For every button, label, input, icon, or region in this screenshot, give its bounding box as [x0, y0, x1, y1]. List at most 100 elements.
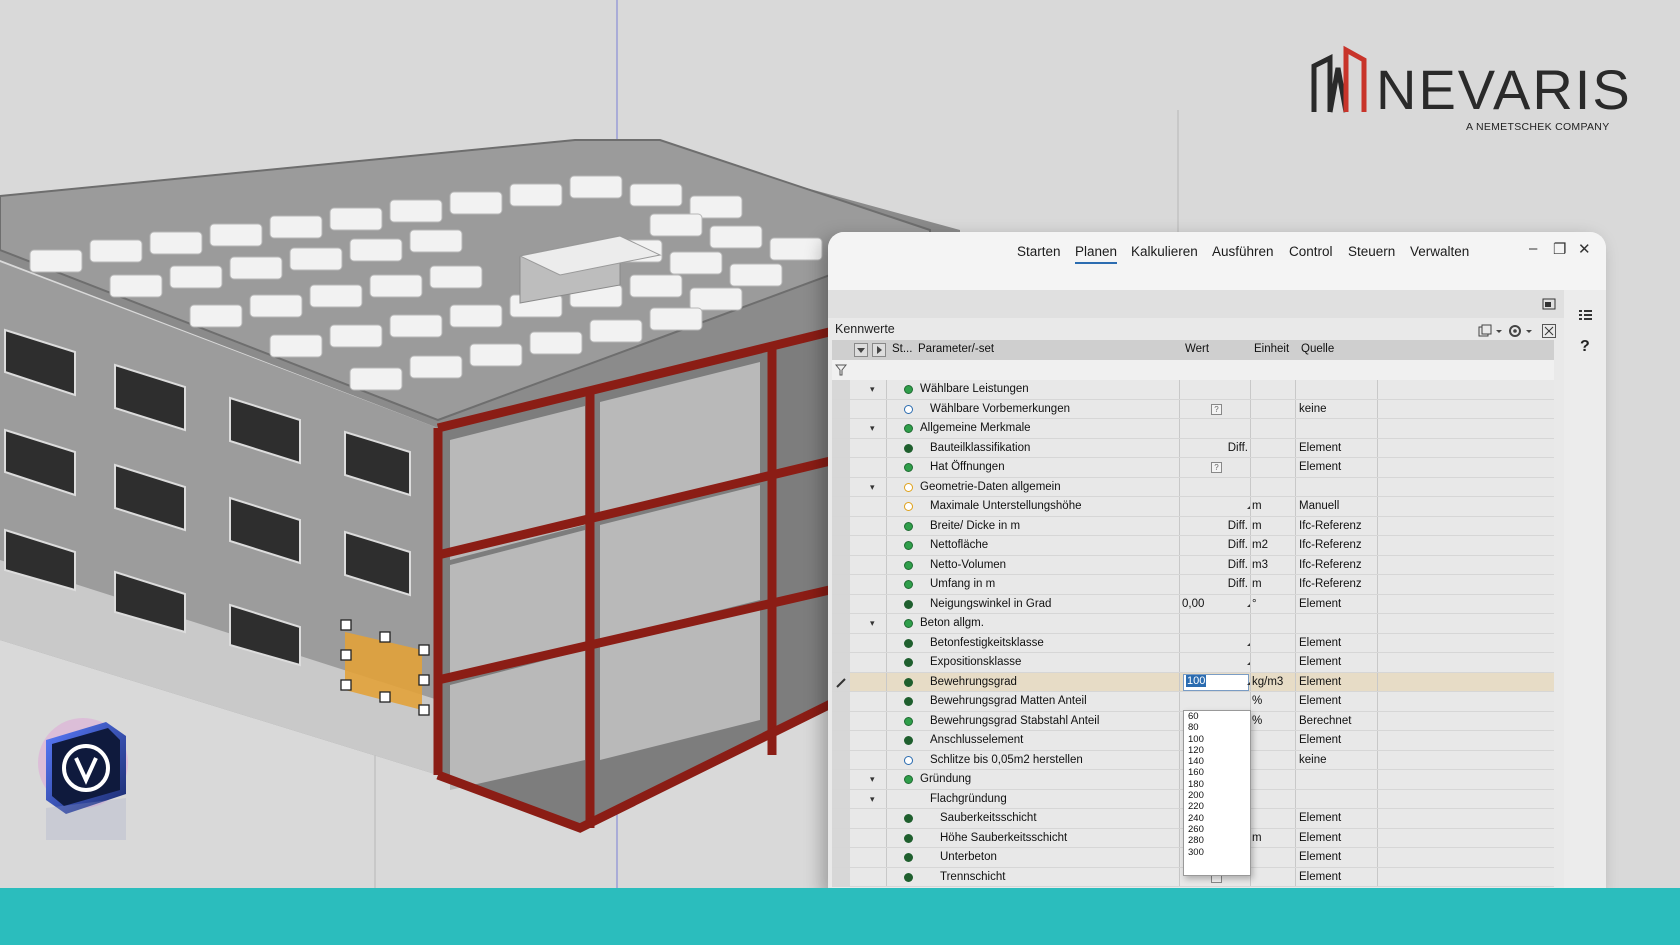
dropdown-option[interactable]: 80 — [1184, 722, 1250, 733]
panel-close-icon[interactable] — [1542, 324, 1556, 338]
wert-value[interactable]: Diff. — [1182, 539, 1248, 551]
row-selector[interactable] — [832, 458, 850, 477]
table-row[interactable]: ▾ Geometrie-Daten allgemein — [832, 477, 1554, 497]
table-row[interactable]: Bauteilklassifikation Diff. Element — [832, 438, 1554, 458]
row-selector[interactable] — [832, 594, 850, 613]
wert-value[interactable]: 0,00 — [1182, 598, 1248, 610]
row-selector[interactable] — [832, 555, 850, 574]
menu-steuern[interactable]: Steuern — [1348, 244, 1395, 259]
table-row[interactable]: Bewehrungsgrad Matten Anteil% Element — [832, 692, 1554, 712]
dropdown-option[interactable]: 60 — [1184, 711, 1250, 722]
expand-caret-icon[interactable]: ▾ — [870, 384, 875, 395]
wert-value[interactable]: Diff. — [1182, 559, 1248, 571]
table-row[interactable]: Breite/ Dicke in m Diff. m Ifc-Referenz — [832, 516, 1554, 536]
list-view-icon[interactable] — [1578, 308, 1592, 322]
dropdown-option[interactable]: 160 — [1184, 767, 1250, 778]
row-selector[interactable] — [832, 380, 850, 399]
row-selector[interactable] — [832, 867, 850, 886]
menu-control[interactable]: Control — [1289, 244, 1333, 259]
expand-caret-icon[interactable]: ▾ — [870, 794, 875, 805]
col-quelle[interactable]: Quelle — [1301, 343, 1334, 355]
row-selector[interactable] — [832, 731, 850, 750]
row-selector[interactable] — [832, 770, 850, 789]
menu-planen[interactable]: Planen — [1075, 244, 1118, 264]
close-button[interactable]: ✕ — [1578, 240, 1591, 258]
dropdown-option[interactable]: 300 — [1184, 847, 1250, 858]
panel-layout-icon[interactable] — [1542, 298, 1556, 310]
col-status[interactable]: St... — [892, 343, 912, 355]
expand-all-icon[interactable] — [872, 343, 886, 357]
dropdown-option[interactable]: 120 — [1184, 745, 1250, 756]
table-row[interactable]: Bewehrungsgrad 100 kg/m3 Element — [832, 672, 1554, 692]
row-selector[interactable] — [832, 848, 850, 867]
unit-value: m — [1252, 578, 1262, 590]
menu-verwalten[interactable]: Verwalten — [1410, 244, 1469, 259]
expand-caret-icon[interactable]: ▾ — [870, 774, 875, 785]
dropdown-option[interactable]: 280 — [1184, 835, 1250, 846]
row-selector[interactable] — [832, 653, 850, 672]
col-parameter[interactable]: Parameter/-set — [918, 343, 994, 355]
dropdown-option[interactable]: 100 — [1184, 734, 1250, 745]
table-row[interactable]: Umfang in m Diff. m Ifc-Referenz — [832, 575, 1554, 595]
wert-edit-input[interactable]: 100 — [1183, 673, 1249, 691]
column-divider — [1295, 399, 1296, 418]
restore-button[interactable]: ❐ — [1553, 240, 1566, 258]
wert-value[interactable]: Diff. — [1182, 442, 1248, 454]
table-row[interactable]: Nettofläche Diff. m2 Ifc-Referenz — [832, 536, 1554, 556]
row-selector[interactable] — [832, 516, 850, 535]
row-selector[interactable] — [832, 750, 850, 769]
bewehrungsgrad-dropdown-list[interactable]: 60 80 100 120 140 160 180 200 220 240 260 280 300 — [1183, 710, 1251, 876]
filter-icon[interactable] — [835, 364, 847, 376]
wert-value[interactable]: Diff. — [1182, 520, 1248, 532]
expand-caret-icon[interactable]: ▾ — [870, 618, 875, 629]
collapse-all-icon[interactable] — [854, 343, 868, 357]
table-row[interactable]: Maximale Unterstellungshöhe m Manuell — [832, 497, 1554, 517]
column-divider — [1377, 633, 1378, 652]
unknown-checkbox[interactable]: ? — [1211, 403, 1222, 415]
menu-starten[interactable]: Starten — [1017, 244, 1061, 259]
row-selector[interactable] — [832, 419, 850, 438]
row-selector[interactable] — [832, 692, 850, 711]
dropdown-option[interactable]: 140 — [1184, 756, 1250, 767]
row-selector[interactable] — [832, 536, 850, 555]
unknown-checkbox[interactable]: ? — [1211, 462, 1222, 473]
table-row[interactable]: ▾ Wählbare Leistungen — [832, 380, 1554, 400]
dropdown-option[interactable]: 260 — [1184, 824, 1250, 835]
expand-caret-icon[interactable]: ▾ — [870, 423, 875, 434]
copy-dropdown-icon[interactable] — [1478, 324, 1504, 338]
minimize-button[interactable]: – — [1529, 240, 1537, 257]
table-row[interactable]: ▾ Allgemeine Merkmale — [832, 419, 1554, 439]
table-row[interactable]: Neigungswinkel in Grad 0,00 ° Element — [832, 594, 1554, 614]
dropdown-option[interactable]: 180 — [1184, 779, 1250, 790]
row-selector[interactable] — [832, 477, 850, 496]
row-selector[interactable] — [832, 633, 850, 652]
wert-value[interactable]: Diff. — [1182, 578, 1248, 590]
table-row[interactable]: Betonfestigkeitsklasse Element — [832, 633, 1554, 653]
col-einheit[interactable]: Einheit — [1254, 343, 1289, 355]
row-selector[interactable] — [832, 828, 850, 847]
row-selector[interactable] — [832, 575, 850, 594]
help-icon[interactable]: ? — [1580, 338, 1590, 356]
column-divider — [1250, 536, 1251, 555]
table-row[interactable]: Wählbare Vorbemerkungen? keine — [832, 399, 1554, 419]
row-selector[interactable] — [832, 438, 850, 457]
menu-ausfuehren[interactable]: Ausführen — [1212, 244, 1274, 259]
row-selector[interactable] — [832, 614, 850, 633]
dropdown-option[interactable]: 220 — [1184, 801, 1250, 812]
row-selector[interactable] — [832, 711, 850, 730]
row-selector[interactable] — [832, 809, 850, 828]
menu-kalkulieren[interactable]: Kalkulieren — [1131, 244, 1198, 259]
row-selector[interactable] — [832, 497, 850, 516]
table-row[interactable]: ▾ Beton allgm. — [832, 614, 1554, 634]
expand-caret-icon[interactable]: ▾ — [870, 482, 875, 493]
settings-gear-icon[interactable] — [1508, 324, 1534, 338]
row-selector[interactable] — [832, 672, 850, 691]
row-selector[interactable] — [832, 399, 850, 418]
table-row[interactable]: Netto-Volumen Diff. m3 Ifc-Referenz — [832, 555, 1554, 575]
row-selector[interactable] — [832, 789, 850, 808]
dropdown-option[interactable]: 200 — [1184, 790, 1250, 801]
table-row[interactable]: Expositionsklasse Element — [832, 653, 1554, 673]
col-wert[interactable]: Wert — [1185, 343, 1209, 355]
dropdown-option[interactable]: 240 — [1184, 813, 1250, 824]
table-row[interactable]: Hat Öffnungen? Element — [832, 458, 1554, 478]
